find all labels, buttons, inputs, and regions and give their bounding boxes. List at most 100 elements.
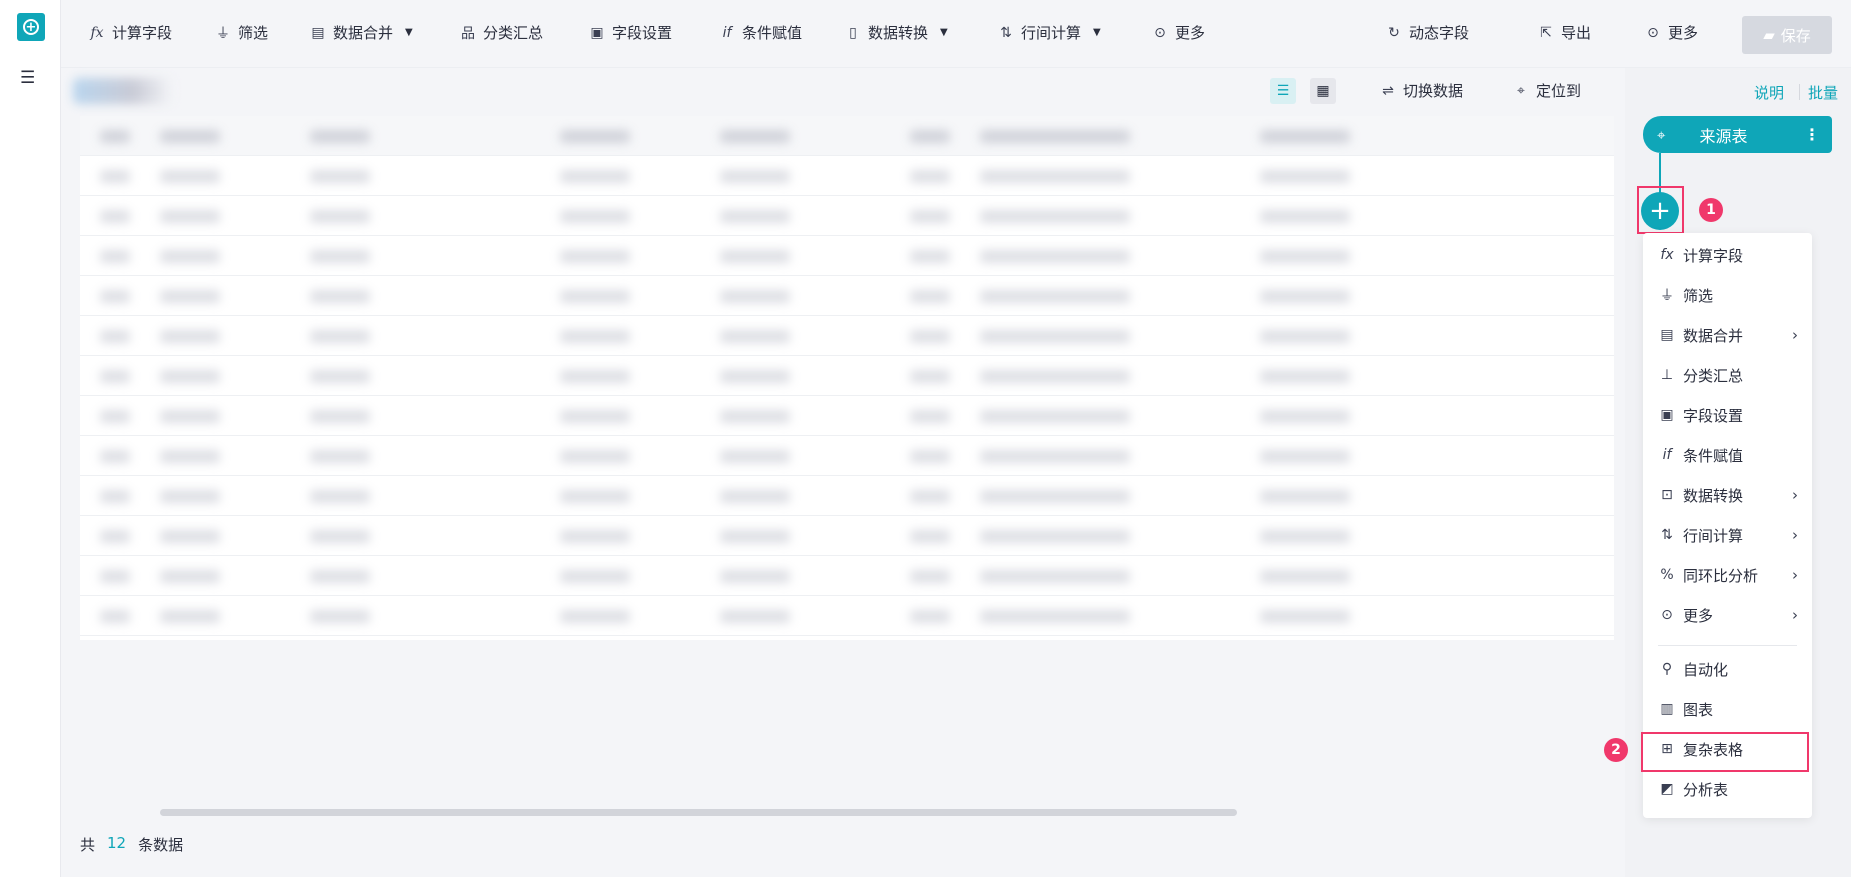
blurred-cell (1260, 570, 1350, 583)
blurred-cell (1260, 210, 1350, 223)
explain-link[interactable]: 说明 (1754, 82, 1784, 103)
menu-item[interactable]: if 条件赋值 (1643, 437, 1812, 473)
menu-item[interactable]: fx 计算字段 (1643, 237, 1812, 273)
menu-divider (1658, 645, 1797, 646)
menu-item[interactable]: ⚲ 自动化 (1643, 651, 1812, 687)
list-toggle-icon[interactable]: ☰ (20, 68, 35, 88)
blurred-cell (160, 610, 220, 623)
menu-item-label: 分类汇总 (1683, 366, 1744, 385)
if-icon: if (1662, 447, 1672, 463)
blurred-cell (1260, 330, 1350, 343)
add-step-button[interactable]: + (1641, 192, 1679, 230)
toolbar-group-summary[interactable]: 品分类汇总 (459, 22, 543, 43)
blurred-cell (310, 250, 370, 263)
blurred-cell (980, 610, 1130, 623)
blurred-cell (560, 610, 630, 623)
link-divider (1799, 84, 1800, 100)
plus-icon: + (1649, 196, 1671, 226)
blurred-cell (910, 410, 950, 423)
fx-icon: fx (90, 24, 104, 41)
data-table-blurred (80, 116, 1614, 640)
row-calc-icon: ⇅ (1000, 24, 1012, 41)
blurred-cell (100, 490, 130, 503)
caret-down-icon: ▼ (940, 27, 948, 38)
locate-icon: ⌖ (1517, 82, 1525, 99)
source-table-node[interactable]: ⌖ 来源表 ⋮ (1643, 116, 1832, 153)
toolbar-filter[interactable]: ⏚ 筛选 (214, 22, 268, 43)
menu-item-label: 数据转换 (1683, 486, 1744, 505)
blurred-cell (560, 530, 630, 543)
blurred-cell (160, 410, 220, 423)
blurred-cell (980, 250, 1130, 263)
blurred-cell (720, 410, 790, 423)
chevron-right-icon: › (1792, 326, 1798, 344)
menu-item-label: 筛选 (1683, 286, 1714, 305)
blurred-cell (310, 570, 370, 583)
automation-icon: ⚲ (1661, 661, 1673, 677)
merge-icon: ▤ (1660, 327, 1674, 343)
blurred-cell (980, 290, 1130, 303)
horizontal-scrollbar[interactable] (160, 809, 1237, 816)
locate-button[interactable]: ⌖ 定位到 (1512, 80, 1581, 101)
more-button[interactable]: ⊙ 更多 (1644, 22, 1698, 43)
blurred-cell (560, 490, 630, 503)
refresh-icon: ↻ (1388, 24, 1400, 41)
blurred-cell (980, 330, 1130, 343)
menu-item[interactable]: ⏚ 筛选 (1643, 277, 1812, 313)
blurred-cell (310, 610, 370, 623)
chevron-right-icon: › (1792, 566, 1798, 584)
toolbar-calc-field[interactable]: fx 计算字段 (88, 22, 172, 43)
menu-item[interactable]: ⊥ 分类汇总 (1643, 357, 1812, 393)
blurred-cell (160, 290, 220, 303)
blurred-cell (910, 570, 950, 583)
toolbar-transform[interactable]: ▯ 数据转换 ▼ (844, 22, 948, 43)
blurred-cell (160, 250, 220, 263)
add-button[interactable]: + (17, 13, 45, 41)
toolbar-merge[interactable]: ▤ 数据合并 ▼ (309, 22, 412, 43)
blurred-cell (1260, 290, 1350, 303)
export-icon: ⇱ (1540, 24, 1552, 41)
grid-view-icon[interactable]: ▦ (1310, 78, 1336, 104)
kebab-menu-icon[interactable]: ⋮ (1804, 125, 1820, 144)
toolbar-row-calc[interactable]: ⇅ 行间计算 ▼ (997, 22, 1101, 43)
blurred-cell (980, 450, 1130, 463)
batch-link[interactable]: 批量 (1808, 82, 1838, 103)
toolbar-field-settings[interactable]: ▣ 字段设置 (588, 22, 672, 43)
toolbar-conditional[interactable]: if 条件赋值 (718, 22, 802, 43)
menu-item[interactable]: ◩ 分析表 (1643, 771, 1812, 807)
menu-item[interactable]: ⊙ 更多 › (1643, 597, 1812, 633)
blurred-cell (720, 250, 790, 263)
switch-data-button[interactable]: ⇌ 切换数据 (1379, 80, 1463, 101)
menu-item[interactable]: ⊡ 数据转换 › (1643, 477, 1812, 513)
menu-item[interactable]: % 同环比分析 › (1643, 557, 1812, 593)
yoy-icon: % (1660, 567, 1674, 583)
menu-item-label: 图表 (1683, 700, 1714, 719)
menu-item[interactable]: ▤ 数据合并 › (1643, 317, 1812, 353)
blurred-cell (100, 210, 130, 223)
blurred-cell (1260, 370, 1350, 383)
blurred-cell (720, 530, 790, 543)
blurred-cell (980, 490, 1130, 503)
blurred-cell (310, 490, 370, 503)
step-badge-2: 2 (1604, 738, 1628, 762)
blurred-cell (720, 450, 790, 463)
blurred-cell (310, 290, 370, 303)
menu-item-label: 分析表 (1683, 780, 1729, 799)
dynamic-field-button[interactable]: ↻ 动态字段 (1385, 22, 1469, 43)
field-settings-icon: ▣ (1660, 407, 1674, 423)
save-button[interactable]: ▰ 保存 (1742, 16, 1832, 54)
menu-item[interactable]: ▣ 字段设置 (1643, 397, 1812, 433)
menu-item[interactable]: ▥ 图表 (1643, 691, 1812, 727)
export-button[interactable]: ⇱ 导出 (1537, 22, 1591, 43)
blurred-cell (1260, 450, 1350, 463)
blurred-cell (560, 170, 630, 183)
list-view-icon[interactable]: ☰ (1270, 78, 1296, 104)
table-row (80, 556, 1614, 596)
blurred-cell (1260, 170, 1350, 183)
menu-item-label: 字段设置 (1683, 406, 1744, 425)
blurred-cell (100, 330, 130, 343)
field-settings-icon: ▣ (590, 24, 604, 41)
toolbar-more[interactable]: ⊙ 更多 (1151, 22, 1205, 43)
menu-item[interactable]: ⇅ 行间计算 › (1643, 517, 1812, 553)
blurred-cell (160, 530, 220, 543)
